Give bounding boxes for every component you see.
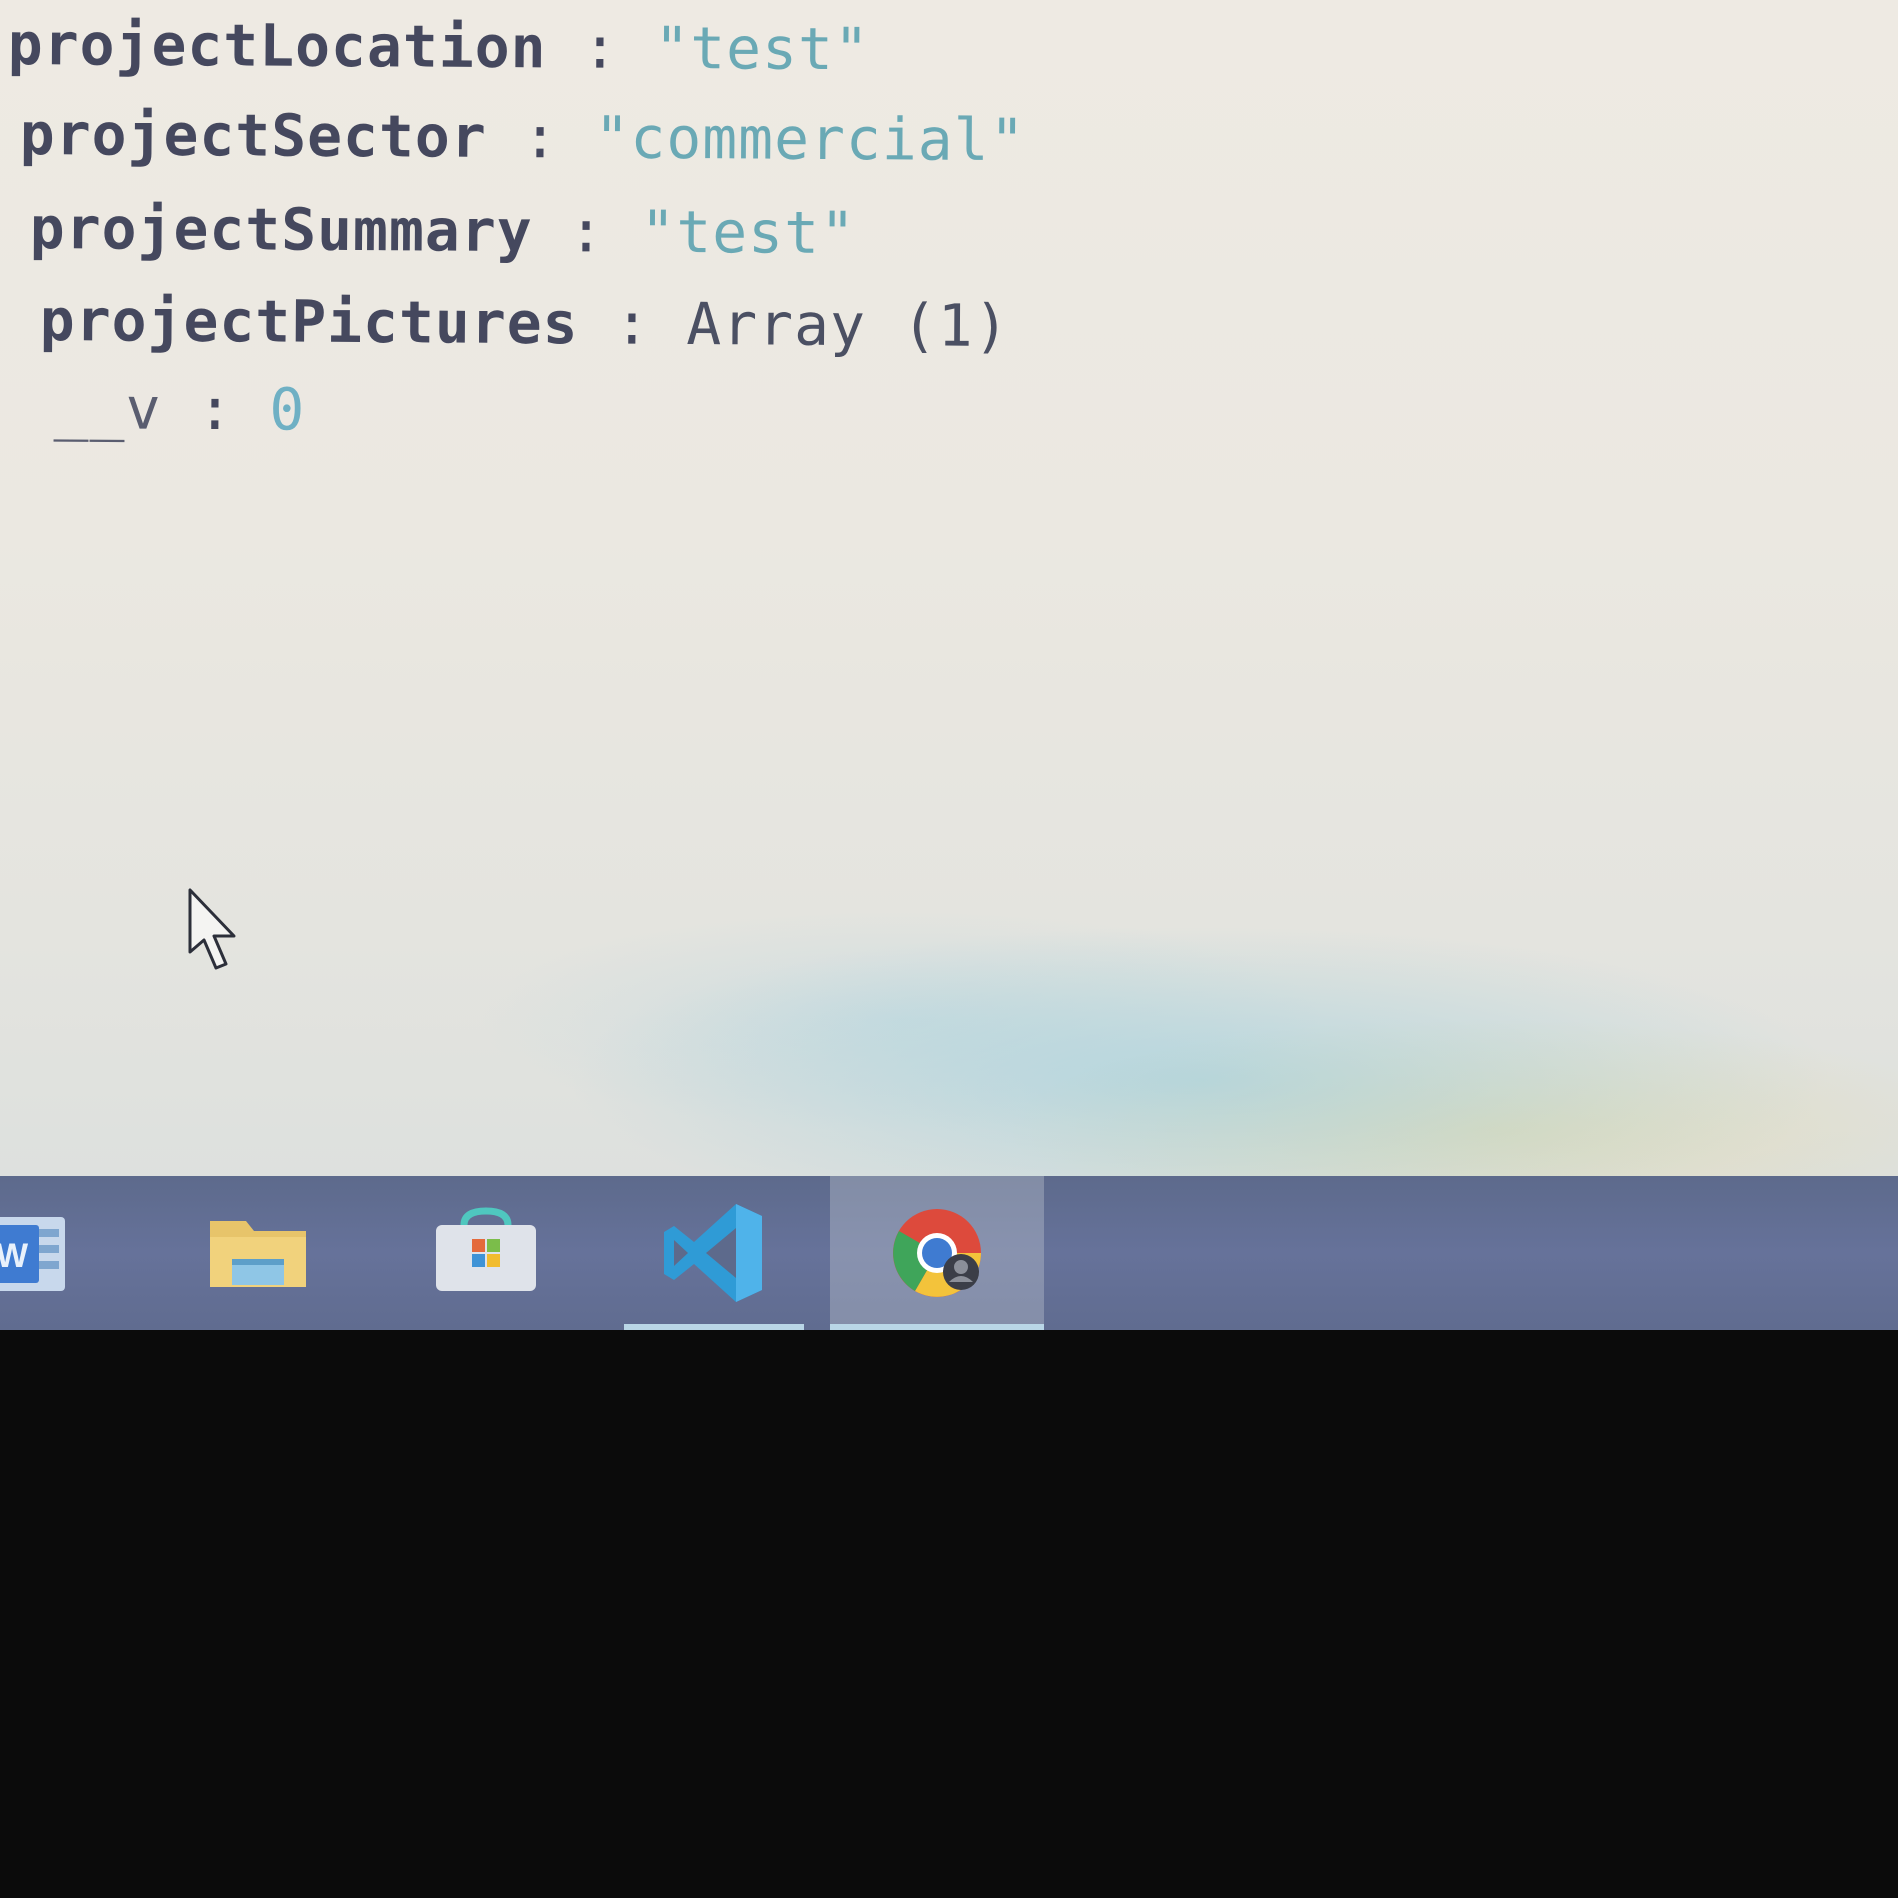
console-row-project-location[interactable]: projectLocation : "test" bbox=[8, 10, 870, 83]
property-separator: : bbox=[532, 197, 641, 266]
property-value-array[interactable]: Array (1) bbox=[686, 290, 1010, 360]
property-key: projectPictures bbox=[39, 286, 579, 358]
taskbar-file-explorer[interactable] bbox=[168, 1176, 348, 1330]
taskbar-microsoft-store[interactable] bbox=[396, 1176, 576, 1330]
devtools-console-output: projectLocation : "test" projectSector :… bbox=[0, 0, 1898, 480]
property-value: "commercial" bbox=[594, 103, 1026, 175]
property-value: "test" bbox=[654, 13, 871, 84]
screen: projectLocation : "test" projectSector :… bbox=[0, 0, 1898, 1330]
console-row-version[interactable]: __v : 0 bbox=[54, 374, 306, 444]
property-key: projectSector bbox=[19, 100, 487, 171]
property-key: projectLocation bbox=[7, 10, 547, 82]
svg-text:W: W bbox=[0, 1237, 29, 1275]
taskbar-word[interactable]: W bbox=[0, 1176, 110, 1330]
chrome-icon bbox=[893, 1209, 981, 1297]
mouse-pointer-icon bbox=[188, 888, 236, 970]
property-separator: : bbox=[546, 13, 655, 82]
property-separator: : bbox=[578, 289, 687, 358]
taskbar-google-chrome[interactable] bbox=[830, 1176, 1044, 1330]
property-value: "test" bbox=[640, 197, 857, 268]
property-separator: : bbox=[161, 374, 270, 444]
vscode-icon bbox=[664, 1204, 762, 1302]
windows-taskbar: W bbox=[0, 1176, 1898, 1330]
console-row-project-sector[interactable]: projectSector : "commercial" bbox=[20, 100, 1026, 174]
property-separator: : bbox=[486, 102, 595, 172]
taskbar-visual-studio-code[interactable] bbox=[624, 1176, 804, 1330]
property-key: __v bbox=[53, 374, 162, 443]
property-key: projectSummary bbox=[29, 194, 533, 266]
property-value-number: 0 bbox=[269, 375, 306, 444]
word-icon: W bbox=[0, 1217, 65, 1291]
microsoft-store-icon bbox=[436, 1207, 536, 1291]
file-explorer-icon bbox=[210, 1221, 306, 1287]
console-row-project-pictures[interactable]: projectPictures : Array (1) bbox=[40, 286, 1010, 360]
monitor-bezel bbox=[0, 1330, 1898, 1898]
console-row-project-summary[interactable]: projectSummary : "test" bbox=[30, 194, 857, 267]
